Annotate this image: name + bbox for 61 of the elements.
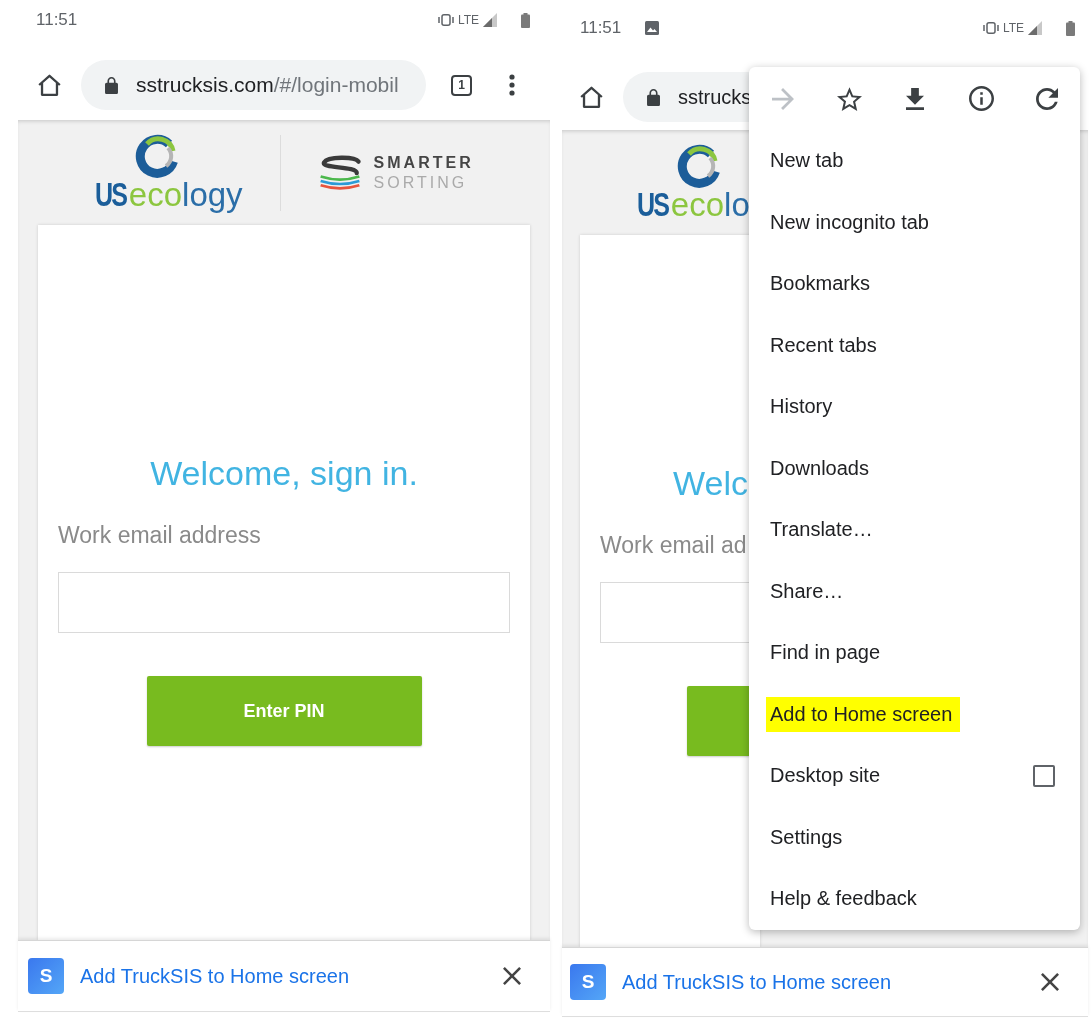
vibrate-icon	[437, 14, 454, 26]
submit-button[interactable]	[687, 686, 751, 756]
more-options-icon[interactable]	[509, 74, 515, 96]
welcome-heading: Welc	[673, 463, 748, 503]
install-link[interactable]: Add TruckSIS to Home screen	[622, 970, 891, 994]
home-icon[interactable]	[38, 74, 61, 96]
swirl-logo-icon	[135, 132, 179, 179]
image-icon	[645, 21, 660, 35]
url-text: sstrucks	[678, 85, 752, 109]
menu-item[interactable]: Help & feedback	[766, 881, 925, 917]
menu-item[interactable]: Settings	[766, 819, 851, 855]
close-icon[interactable]	[503, 967, 521, 985]
home-icon[interactable]	[580, 86, 603, 108]
logo-mark-text: US	[95, 177, 127, 212]
network-label: LTE	[457, 13, 479, 27]
wordmark-line: SMARTER	[373, 152, 474, 173]
signal-icon	[483, 13, 497, 27]
checkbox[interactable]	[1033, 764, 1055, 787]
logo-wordmark: ecolo	[670, 186, 750, 223]
lock-icon	[105, 76, 118, 94]
address-bar[interactable]: sstrucksis.com/#/login-mobil	[81, 60, 426, 110]
welcome-heading: Welcome, sign in.	[149, 453, 419, 493]
app-icon: S	[28, 958, 64, 994]
download-icon[interactable]	[906, 87, 924, 110]
url-text: sstrucksis.com/#/login-mobil	[136, 73, 399, 97]
menu-item[interactable]: Bookmarks	[766, 266, 879, 302]
vibrate-icon	[982, 22, 999, 34]
menu-item[interactable]: New incognito tab	[766, 204, 937, 240]
email-label: Work email ad	[600, 532, 747, 558]
menu-item[interactable]: Desktop site	[766, 758, 889, 794]
network-label: LTE	[1002, 21, 1024, 35]
signal-icon	[1028, 21, 1042, 35]
logo-mark-text: US	[637, 187, 669, 222]
lock-icon	[647, 88, 660, 106]
email-label: Work email address	[58, 522, 262, 548]
battery-icon	[1066, 20, 1075, 36]
menu-item[interactable]: Find in page	[766, 635, 889, 671]
status-time: 11:51	[36, 10, 78, 30]
star-icon[interactable]	[836, 86, 862, 111]
battery-icon	[521, 12, 530, 28]
wordmark-line: SORTING	[373, 172, 469, 193]
status-time: 11:51	[580, 18, 622, 38]
logo-wordmark: ecology	[128, 176, 243, 213]
info-icon[interactable]	[968, 86, 994, 111]
swirl-logo-icon	[677, 142, 721, 189]
menu-item[interactable]: New tab	[766, 143, 852, 179]
app-icon: S	[570, 964, 606, 1000]
close-icon[interactable]	[1041, 973, 1059, 991]
menu-item[interactable]: Add to Home screen	[766, 696, 961, 732]
address-bar[interactable]: sstrucks	[623, 72, 752, 122]
menu-item[interactable]: Recent tabs	[766, 327, 885, 363]
menu-item[interactable]: History	[766, 389, 841, 425]
menu-item[interactable]: Translate…	[766, 512, 881, 548]
email-input-field[interactable]	[58, 572, 510, 633]
striped-logo-icon	[317, 154, 362, 191]
menu-item[interactable]: Share…	[766, 573, 852, 609]
install-link[interactable]: Add TruckSIS to Home screen	[80, 964, 349, 988]
email-input-field[interactable]	[600, 582, 752, 643]
reload-icon[interactable]	[1036, 87, 1058, 110]
menu-item[interactable]: Downloads	[766, 450, 877, 486]
tab-switcher-button[interactable]: 1	[451, 74, 472, 96]
